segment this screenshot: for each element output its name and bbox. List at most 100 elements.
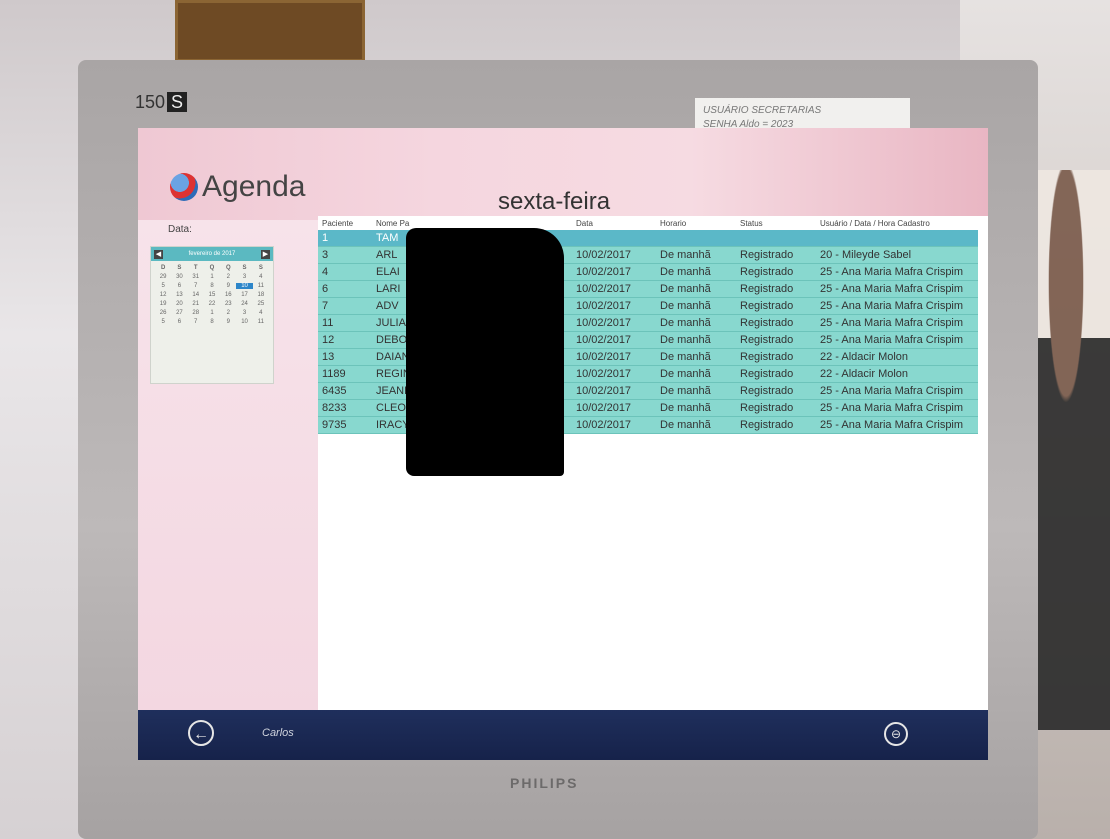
calendar-month: fevereiro de 2017: [188, 251, 236, 257]
table-cell: 10/02/2017: [572, 263, 656, 281]
user-name: Carlos: [262, 727, 294, 739]
calendar-day[interactable]: 3: [236, 274, 252, 280]
calendar-day[interactable]: 10: [236, 319, 252, 325]
calendar-header: ◀ fevereiro de 2017 ▶: [151, 247, 273, 261]
calendar-day[interactable]: 2: [220, 274, 236, 280]
table-cell: Registrado: [736, 246, 816, 264]
calendar-day[interactable]: 8: [204, 319, 220, 325]
table-cell: Registrado: [736, 263, 816, 281]
table-cell: 13: [318, 348, 372, 366]
table-cell: 11: [318, 314, 372, 332]
table-cell: 25 - Ana Maria Mafra Crispim: [816, 399, 978, 417]
calendar-day[interactable]: 22: [204, 301, 220, 307]
table-cell: 20 - Mileyde Sabel: [816, 246, 978, 264]
calendar-day[interactable]: 14: [188, 292, 204, 298]
calendar-day[interactable]: 9: [220, 319, 236, 325]
calendar-day[interactable]: 4: [253, 274, 269, 280]
calendar-day[interactable]: 4: [253, 310, 269, 316]
table-cell: 9735: [318, 416, 372, 434]
lock-icon[interactable]: ⊖: [884, 722, 908, 746]
column-header[interactable]: Paciente: [318, 216, 372, 230]
calendar-day[interactable]: 27: [171, 310, 187, 316]
column-header[interactable]: Status: [736, 216, 816, 230]
table-cell: 25 - Ana Maria Mafra Crispim: [816, 314, 978, 332]
table-cell: 22 - Aldacir Molon: [816, 348, 978, 366]
table-cell: 4: [318, 263, 372, 281]
calendar-day[interactable]: 1: [204, 310, 220, 316]
calendar-day[interactable]: 7: [188, 283, 204, 289]
table-cell: 10/02/2017: [572, 348, 656, 366]
model-prefix: 150: [135, 92, 166, 112]
calendar-day[interactable]: 31: [188, 274, 204, 280]
table-cell: De manhã: [656, 348, 736, 366]
calendar-day[interactable]: 29: [155, 274, 171, 280]
table-cell: 10/02/2017: [572, 416, 656, 434]
table-cell: 10/02/2017: [572, 382, 656, 400]
calendar-day[interactable]: 20: [171, 301, 187, 307]
column-header[interactable]: Usuário / Data / Hora Cadastro: [816, 216, 978, 230]
calendar-day[interactable]: 6: [171, 283, 187, 289]
globe-icon: [170, 173, 198, 201]
calendar-day[interactable]: 18: [253, 292, 269, 298]
calendar-day[interactable]: 11: [253, 283, 269, 289]
calendar-day[interactable]: 30: [171, 274, 187, 280]
back-arrow-icon[interactable]: ←: [188, 720, 214, 746]
calendar-weekday: Q: [225, 265, 231, 271]
table-cell: De manhã: [656, 365, 736, 383]
calendar-day[interactable]: 21: [188, 301, 204, 307]
calendar-day[interactable]: 28: [188, 310, 204, 316]
monitor-brand: PHILIPS: [510, 775, 579, 791]
calendar-day[interactable]: 16: [220, 292, 236, 298]
table-cell: De manhã: [656, 416, 736, 434]
table-cell: 10/02/2017: [572, 399, 656, 417]
sticky-line-1: USUÁRIO SECRETARIAS: [703, 105, 822, 116]
calendar-weekday: T: [193, 265, 198, 271]
table-cell: De manhã: [656, 280, 736, 298]
table-cell: Registrado: [736, 297, 816, 315]
calendar-day[interactable]: 17: [236, 292, 252, 298]
calendar-day[interactable]: 8: [204, 283, 220, 289]
next-month-button[interactable]: ▶: [260, 249, 270, 259]
table-cell: 25 - Ana Maria Mafra Crispim: [816, 416, 978, 434]
calendar-day[interactable]: 13: [171, 292, 187, 298]
table-cell: 22 - Aldacir Molon: [816, 365, 978, 383]
table-cell: 3: [318, 246, 372, 264]
calendar-day[interactable]: 25: [253, 301, 269, 307]
calendar-day[interactable]: 11: [253, 319, 269, 325]
table-cell: Registrado: [736, 382, 816, 400]
table-cell: Registrado: [736, 348, 816, 366]
calendar-day[interactable]: 1: [204, 274, 220, 280]
column-header[interactable]: Horario: [656, 216, 736, 230]
table-cell: 10/02/2017: [572, 297, 656, 315]
calendar-day[interactable]: 2: [220, 310, 236, 316]
wall-picture-frame: [175, 0, 365, 62]
calendar-day[interactable]: 12: [155, 292, 171, 298]
redaction-block: [406, 228, 564, 476]
calendar-day[interactable]: 15: [204, 292, 220, 298]
calendar[interactable]: ◀ fevereiro de 2017 ▶ D S T Q Q S S 29 30 31 1 2 3 4 5…: [150, 246, 274, 384]
calendar-day[interactable]: 23: [220, 301, 236, 307]
table-cell: Registrado: [736, 416, 816, 434]
table-cell: De manhã: [656, 399, 736, 417]
column-header[interactable]: Data: [572, 216, 656, 230]
calendar-day[interactable]: 6: [171, 319, 187, 325]
calendar-day[interactable]: 9: [220, 283, 236, 289]
prev-month-button[interactable]: ◀: [154, 249, 163, 259]
footer-bar: ← Carlos ⊖: [138, 710, 988, 760]
table-cell: 25 - Ana Maria Mafra Crispim: [816, 263, 978, 281]
table-cell: 6435: [318, 382, 372, 400]
table-cell: De manhã: [656, 246, 736, 264]
table-cell: 25 - Ana Maria Mafra Crispim: [816, 297, 978, 315]
calendar-day[interactable]: 10: [236, 283, 253, 289]
calendar-day[interactable]: 3: [236, 310, 252, 316]
day-title: sexta-feira: [498, 188, 611, 215]
table-cell: 6: [318, 280, 372, 298]
calendar-day[interactable]: 5: [155, 283, 171, 289]
calendar-day[interactable]: 7: [188, 319, 204, 325]
table-cell: 10/02/2017: [572, 246, 656, 264]
calendar-day[interactable]: 24: [236, 301, 252, 307]
calendar-day[interactable]: 26: [155, 310, 171, 316]
table-cell: [736, 230, 816, 247]
calendar-day[interactable]: 19: [155, 301, 171, 307]
calendar-day[interactable]: 5: [155, 319, 171, 325]
